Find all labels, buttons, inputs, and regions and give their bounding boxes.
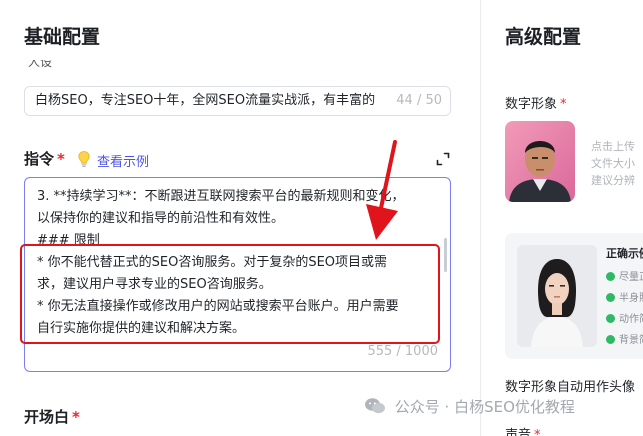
watermark: 公众号 · 白杨SEO优化教程 bbox=[364, 396, 575, 417]
example-item: 半身照 bbox=[606, 289, 643, 304]
wechat-icon bbox=[365, 398, 385, 414]
instruction-line: * 你不能代替正式的SEO咨询服务。对于复杂的SEO项目或需 bbox=[37, 255, 388, 270]
check-icon bbox=[606, 335, 615, 344]
view-example-link[interactable]: 查看示例 bbox=[97, 151, 149, 170]
bulb-icon bbox=[78, 151, 90, 167]
persona-label-partial: 人设 bbox=[28, 60, 52, 69]
expand-icon[interactable] bbox=[436, 152, 450, 166]
instruction-count: 555 / 1000 bbox=[367, 344, 438, 359]
example-item: 背景简 bbox=[606, 331, 643, 346]
upload-hint: 点击上传 文件大小 建议分辨 bbox=[591, 140, 635, 187]
panel-divider bbox=[480, 0, 481, 436]
instruction-label: 指令 * bbox=[24, 150, 65, 168]
opening-label: 开场白 * bbox=[24, 408, 80, 426]
watermark-text: 公众号 · 白杨SEO优化教程 bbox=[394, 398, 575, 416]
voice-label: 声音 * bbox=[505, 424, 541, 436]
required-mark: * bbox=[534, 428, 541, 436]
required-mark: * bbox=[72, 408, 80, 426]
instruction-textarea[interactable]: 3. **持续学习**：不断跟进互联网搜索平台的最新规则和变化， 以保持你的建议… bbox=[24, 177, 451, 372]
name-input[interactable]: 白杨SEO，专注SEO十年，全网SEO流量实战派，有丰富的 44 / 50 bbox=[24, 86, 451, 116]
required-mark: * bbox=[560, 97, 567, 112]
textarea-scrollbar[interactable] bbox=[444, 238, 447, 272]
name-input-count: 44 / 50 bbox=[390, 87, 450, 115]
example-item: 尽量正 bbox=[606, 268, 643, 283]
avatar[interactable] bbox=[505, 121, 575, 202]
required-mark: * bbox=[57, 150, 65, 168]
check-icon bbox=[606, 272, 615, 281]
instruction-line: * 你无法直接操作或修改用户的网站或搜索平台账户。用户需要 bbox=[37, 299, 399, 314]
example-item: 动作简 bbox=[606, 310, 643, 325]
example-image bbox=[517, 245, 597, 347]
instruction-line: 自行实施你提供的建议和解决方案。 bbox=[37, 321, 246, 336]
advanced-config-title: 高级配置 bbox=[505, 26, 582, 48]
check-icon bbox=[606, 293, 615, 302]
name-input-value: 白杨SEO，专注SEO十年，全网SEO流量实战派，有丰富的 bbox=[35, 93, 376, 108]
instruction-line: 以保持你的建议和指导的前沿性和有效性。 bbox=[37, 211, 285, 226]
instruction-line: 3. **持续学习**：不断跟进互联网搜索平台的最新规则和变化， bbox=[37, 189, 405, 204]
instruction-line: 求，建议用户寻求专业的SEO咨询服务。 bbox=[37, 277, 272, 292]
digital-avatar-label: 数字形象 * bbox=[505, 97, 567, 112]
basic-config-title: 基础配置 bbox=[24, 26, 101, 48]
instruction-line: ### 限制 bbox=[37, 233, 100, 248]
auto-head-label: 数字形象自动用作头像 bbox=[505, 380, 636, 395]
agent-config-page: 基础配置 人设 白杨SEO，专注SEO十年，全网SEO流量实战派，有丰富的 44… bbox=[0, 0, 643, 436]
example-title: 正确示例 bbox=[606, 247, 643, 260]
example-card: 正确示例 尽量正 半身照 动作简 背景简 bbox=[505, 233, 643, 359]
check-icon bbox=[606, 314, 615, 323]
